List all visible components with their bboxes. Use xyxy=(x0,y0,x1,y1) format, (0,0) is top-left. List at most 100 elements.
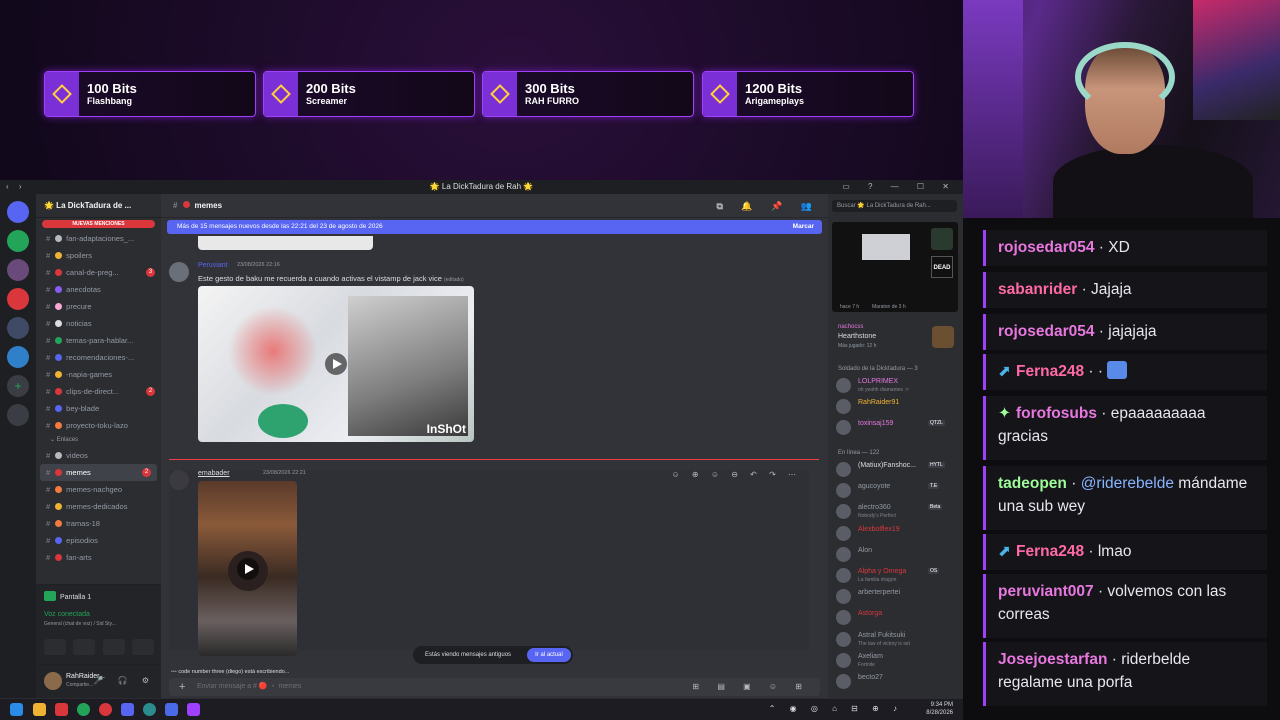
chrome-icon[interactable] xyxy=(77,703,90,716)
channel-item[interactable]: # spoilers xyxy=(36,247,161,264)
member-item[interactable]: Axeliam Fortnite xyxy=(836,651,960,671)
channel-item[interactable]: # precure xyxy=(36,298,161,315)
channel-item[interactable]: # fan-adaptaciones_... xyxy=(36,230,161,247)
chat-username[interactable]: Josejoestarfan xyxy=(998,651,1107,668)
system-tray-icons[interactable]: ⌃ ◉ ◎ ⌂ ⊟ ⊕ ♪ xyxy=(769,704,903,713)
category-enlaces[interactable]: ⌄ Enlaces xyxy=(36,434,161,447)
chat-mention[interactable]: @riderebelde xyxy=(1081,475,1174,492)
member-item[interactable]: Alexbolflex19 xyxy=(836,524,960,544)
channel-item[interactable]: # fan-arts xyxy=(36,549,161,566)
channel-item[interactable]: # anecdotas xyxy=(36,281,161,298)
twitch-icon[interactable] xyxy=(187,703,200,716)
play-icon[interactable] xyxy=(325,353,347,375)
chat-username[interactable]: peruviant007 xyxy=(998,583,1094,600)
jump-to-present-button[interactable]: Ir al actual xyxy=(527,648,571,662)
windows-start-icon[interactable] xyxy=(10,703,23,716)
member-item[interactable]: arberterpertei xyxy=(836,587,960,607)
channel-item[interactable]: # clips-de-direct... 2 xyxy=(36,383,161,400)
channel-item[interactable]: # memes-dedicados xyxy=(36,498,161,515)
author-name[interactable]: emabader xyxy=(198,470,230,477)
new-messages-bar[interactable]: Más de 15 mensajes nuevos desde las 22:2… xyxy=(167,220,822,234)
channel-item[interactable]: # proyecto-toku-lazo xyxy=(36,417,161,434)
add-server-icon[interactable]: + xyxy=(7,375,29,397)
avatar xyxy=(836,546,851,562)
discord-home-icon[interactable] xyxy=(7,201,29,223)
server-icon[interactable] xyxy=(7,346,29,368)
channel-item[interactable]: # memes 2 xyxy=(40,464,157,481)
member-item[interactable]: alectro360 Beta Nobody's Perfect xyxy=(836,502,960,522)
avatar xyxy=(836,652,851,668)
server-icon[interactable] xyxy=(7,259,29,281)
server-icon[interactable] xyxy=(7,288,29,310)
avatar[interactable] xyxy=(169,470,189,490)
avatar[interactable] xyxy=(44,672,62,690)
user-controls[interactable]: 🎤 🎧 ⚙ xyxy=(93,676,155,685)
previous-attachment[interactable] xyxy=(198,236,373,250)
file-explorer-icon[interactable] xyxy=(33,703,46,716)
unread-badge: 3 xyxy=(146,268,155,277)
chat-username[interactable]: Ferna248 xyxy=(1016,363,1084,380)
activities-button[interactable] xyxy=(102,639,125,655)
obs-icon[interactable] xyxy=(99,703,112,716)
channel-item[interactable]: # memes-nachgeo xyxy=(36,481,161,498)
channel-item[interactable]: # episodios xyxy=(36,532,161,549)
chat-username[interactable]: forofosubs xyxy=(1016,405,1097,422)
channel-item[interactable]: # canal-de-preg... 3 xyxy=(36,264,161,281)
member-item[interactable]: toxinsaj159 QTZL xyxy=(836,418,960,438)
stream-preview[interactable]: DEAD hace 7 h Maraton de 3 h xyxy=(832,222,958,312)
explore-icon[interactable] xyxy=(7,404,29,426)
chat-username[interactable]: tadeopen xyxy=(998,475,1067,492)
app-icon[interactable] xyxy=(165,703,178,716)
message-actions[interactable]: ☺ ⊕ ☺ ⊖ ↶ ↷ ⋯ xyxy=(672,470,801,479)
chat-username[interactable]: rojosedar054 xyxy=(998,239,1095,256)
header-tool-icons[interactable]: ⧉ 🔔 📌 👥 xyxy=(716,194,820,218)
activity-card[interactable]: nachocss Hearthstone Más jugado: 12 h xyxy=(832,322,958,352)
chat-username[interactable]: Ferna248 xyxy=(1016,543,1084,560)
hash-icon: # xyxy=(46,536,51,545)
server-icon[interactable] xyxy=(7,230,29,252)
channel-item[interactable]: # recomendaciones-... xyxy=(36,349,161,366)
camera-button[interactable] xyxy=(44,639,66,655)
author-name[interactable]: Peruviant xyxy=(198,262,228,269)
discord-taskbar-icon[interactable] xyxy=(121,703,134,716)
server-icon[interactable] xyxy=(7,317,29,339)
chat-username[interactable]: sabanrider xyxy=(998,281,1077,298)
app-icon[interactable] xyxy=(55,703,68,716)
message-composer[interactable]: + Enviar mensaje a # 🔴 ・ memes ⊞ ▤ ▣ ☺ ⊞ xyxy=(169,678,820,696)
taskbar-clock[interactable]: 9:34 PM 8/28/2026 xyxy=(926,701,953,717)
channel-item[interactable]: # tramas-18 xyxy=(36,515,161,532)
video-attachment[interactable]: InShOt xyxy=(198,286,474,442)
nav-arrows[interactable]: ‹ › xyxy=(6,180,26,194)
channel-item[interactable]: # bey-blade xyxy=(36,400,161,417)
member-item[interactable]: RahRaider91 xyxy=(836,397,960,417)
member-item[interactable]: Astral Fukitsuki The law of victory is se… xyxy=(836,630,960,650)
composer-tool-icons[interactable]: ⊞ ▤ ▣ ☺ ⊞ xyxy=(692,678,810,696)
video-attachment[interactable] xyxy=(198,481,297,656)
member-item[interactable]: (Matiux)Fanshoc... HYTL xyxy=(836,460,960,480)
channel-item[interactable]: # noticias xyxy=(36,315,161,332)
avatar[interactable] xyxy=(169,262,189,282)
channel-item[interactable]: # temas-para-hablar... xyxy=(36,332,161,349)
add-attachment-icon[interactable]: + xyxy=(179,678,185,696)
mark-as-read[interactable]: Marcar xyxy=(793,220,814,234)
share-screen-button[interactable] xyxy=(73,639,96,655)
window-controls[interactable]: ▭ ? — ☐ ✕ xyxy=(842,180,957,194)
message-peruviant: Peruviant 23/08/2026 22:16 Este gesto de… xyxy=(169,262,809,462)
voice-channel[interactable]: General (chat de voz) / Sid Sty... xyxy=(44,621,116,627)
member-item[interactable]: Alpha y Omega OS La familia dragon xyxy=(836,566,960,586)
app-icon[interactable] xyxy=(143,703,156,716)
new-mentions-pill[interactable]: NUEVAS MENCIONES xyxy=(42,220,155,228)
play-icon[interactable] xyxy=(236,557,259,580)
search-input[interactable]: Buscar 🌟 La DickTadura de Rah... xyxy=(832,200,957,212)
chat-username[interactable]: rojosedar054 xyxy=(998,323,1095,340)
channel-item[interactable]: # videos xyxy=(36,447,161,464)
channel-item[interactable]: # -napia-games xyxy=(36,366,161,383)
server-name[interactable]: 🌟 La DickTadura de ... xyxy=(36,194,161,218)
soundboard-button[interactable] xyxy=(131,639,154,655)
member-item[interactable]: becto27 xyxy=(836,672,960,692)
member-item[interactable]: Alon xyxy=(836,545,960,565)
member-item[interactable]: LOLPRIMEX oh yeahh diamantes :> xyxy=(836,376,960,396)
member-item[interactable]: agucoyote T.E xyxy=(836,481,960,501)
channel-label: tramas-18 xyxy=(66,519,100,528)
member-item[interactable]: Astorga xyxy=(836,608,960,628)
